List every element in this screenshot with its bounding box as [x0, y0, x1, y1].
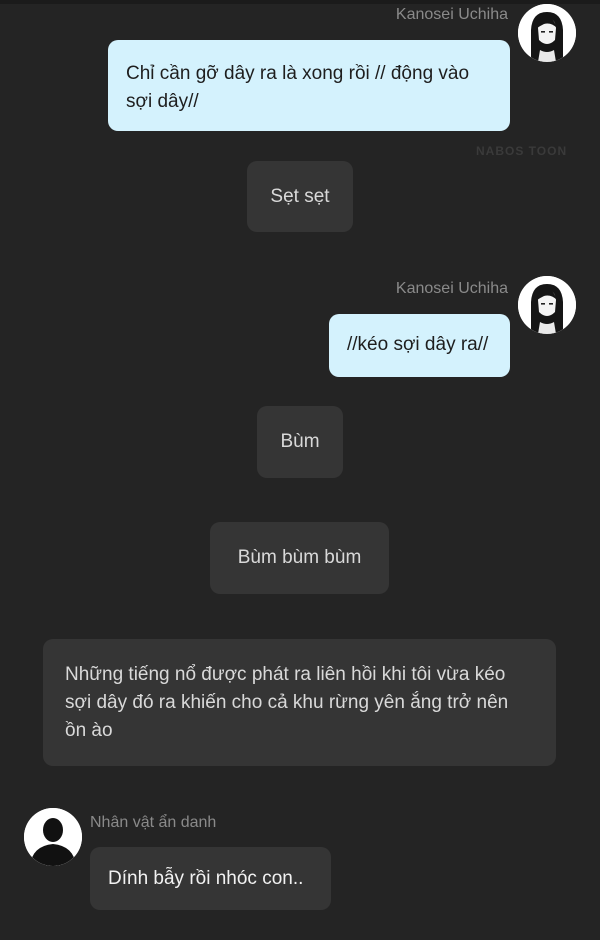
- top-divider: [0, 0, 600, 4]
- speaker-name: Nhân vật ẩn danh: [90, 814, 217, 831]
- user-message-bubble: //kéo sợi dây ra//: [329, 314, 510, 377]
- narration-bubble: Bùm bùm bùm: [210, 522, 389, 594]
- narration-bubble: Những tiếng nổ được phát ra liên hồi khi…: [43, 639, 556, 766]
- user-avatar[interactable]: [518, 4, 576, 62]
- narration-bubble: Sẹt sẹt: [247, 161, 353, 232]
- speaker-name: Kanosei Uchiha: [395, 6, 508, 23]
- npc-avatar[interactable]: [24, 808, 82, 866]
- user-avatar[interactable]: [518, 276, 576, 334]
- girl-portrait-icon: [518, 276, 576, 334]
- girl-portrait-icon: [518, 4, 576, 62]
- npc-message-bubble: Dính bẫy rồi nhóc con..: [90, 847, 331, 910]
- watermark: NABOS TOON: [476, 144, 568, 158]
- silhouette-icon: [24, 808, 82, 866]
- speaker-name: Kanosei Uchiha: [395, 280, 508, 297]
- narration-bubble: Bùm: [257, 406, 343, 478]
- user-message-bubble: Chỉ cần gỡ dây ra là xong rồi // động và…: [108, 40, 510, 131]
